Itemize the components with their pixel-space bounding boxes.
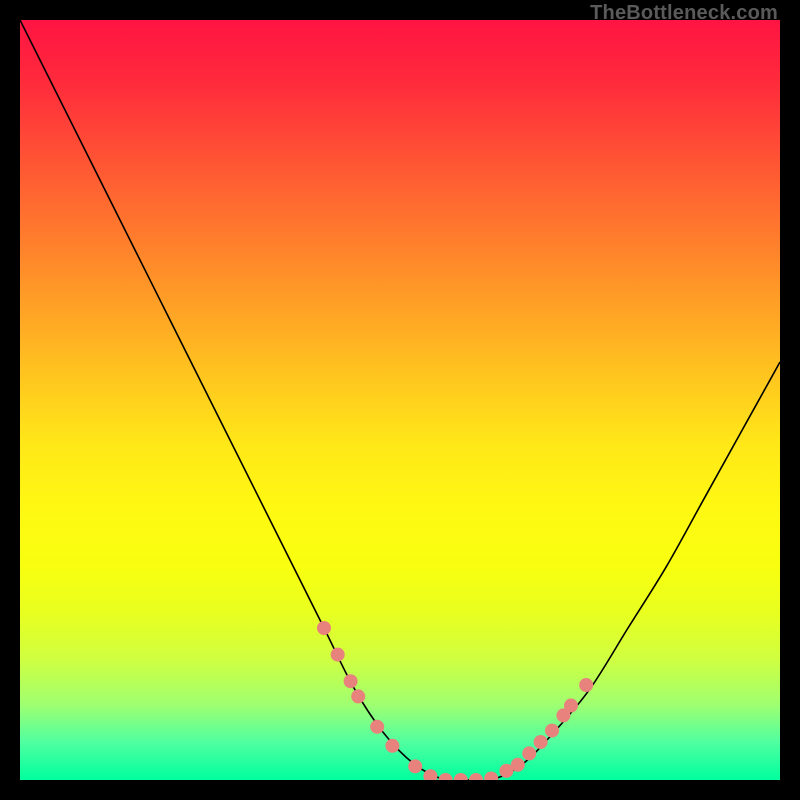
marker-dot [370,720,384,734]
marker-dot [511,758,525,772]
marker-dot [579,678,593,692]
marker-dot [545,724,559,738]
chart-svg [20,20,780,780]
marker-dots [317,621,593,780]
marker-dot [331,648,345,662]
marker-dot [439,773,453,780]
marker-dot [351,689,365,703]
watermark-text: TheBottleneck.com [590,2,778,25]
plot-area [20,20,780,780]
marker-dot [484,771,498,780]
marker-dot [385,739,399,753]
marker-dot [564,699,578,713]
marker-dot [469,773,483,780]
marker-dot [534,735,548,749]
marker-dot [408,759,422,773]
marker-dot [344,674,358,688]
bottleneck-curve [20,20,780,780]
chart-container: TheBottleneck.com [0,0,800,800]
marker-dot [522,746,536,760]
marker-dot [317,621,331,635]
marker-dot [454,773,468,780]
